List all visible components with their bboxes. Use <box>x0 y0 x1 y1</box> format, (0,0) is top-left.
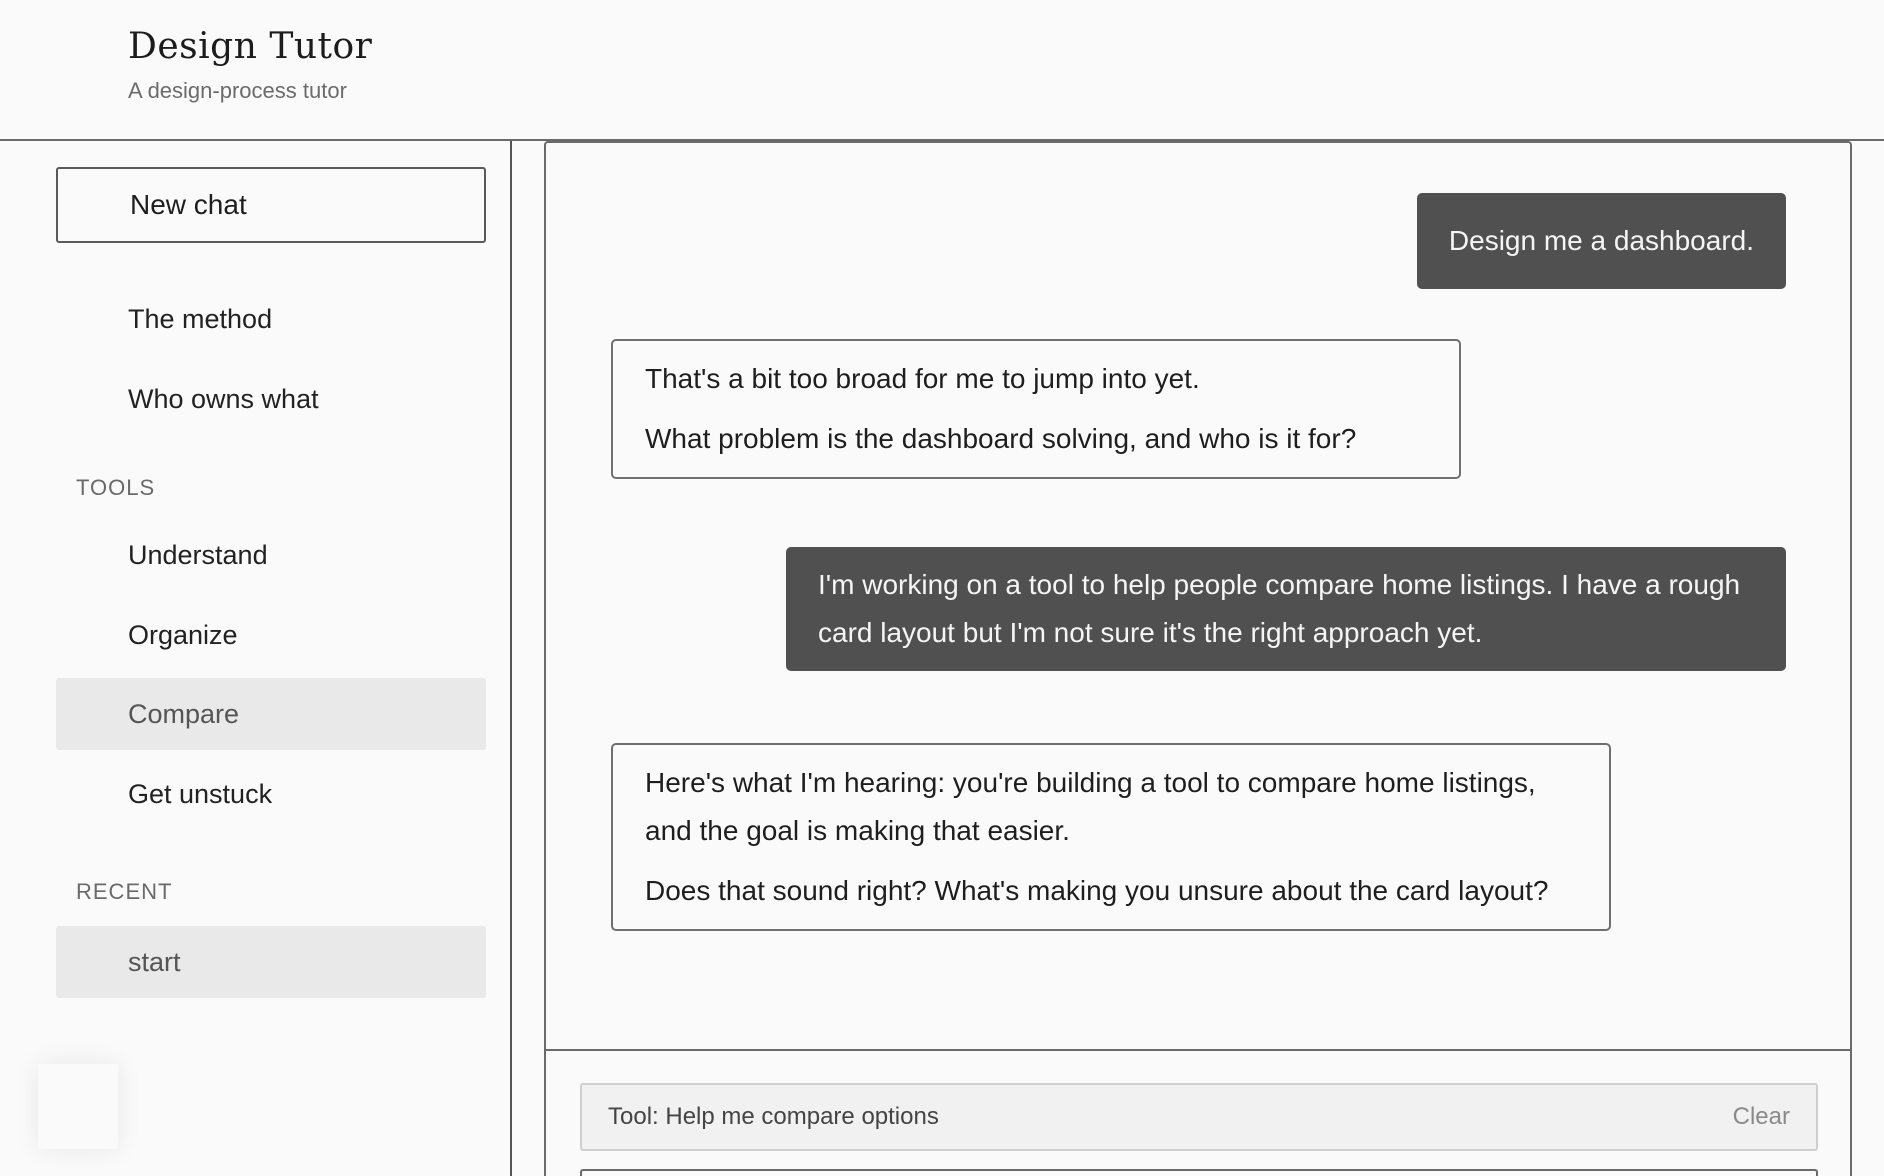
message-text: I'm working on a tool to help people com… <box>818 569 1741 648</box>
message-text: Does that sound right? What's making you… <box>645 875 1549 906</box>
message-text: Here's what I'm hearing: you're building… <box>645 767 1536 846</box>
selected-tool-label: Tool: Help me compare options <box>608 1103 939 1130</box>
floating-panel <box>38 1064 118 1149</box>
message-text: Design me a dashboard. <box>1448 225 1754 256</box>
sidebar-item-compare[interactable]: Compare <box>56 678 486 750</box>
assistant-message: Here's what I'm hearing: you're building… <box>611 743 1611 931</box>
sidebar-item-get-unstuck[interactable]: Get unstuck <box>56 758 486 830</box>
message-text: What problem is the dashboard solving, a… <box>645 423 1357 454</box>
app-subtitle: A design-process tutor <box>128 78 347 103</box>
composer-divider <box>546 1049 1850 1051</box>
selected-tool-bar: Tool: Help me compare options Clear <box>580 1083 1818 1151</box>
new-chat-button[interactable]: New chat <box>56 167 486 243</box>
recent-section-label: RECENT <box>76 879 173 904</box>
clear-tool-button[interactable]: Clear <box>1733 1103 1790 1131</box>
recent-item-start[interactable]: start <box>56 926 486 998</box>
user-message: Design me a dashboard. <box>1416 193 1786 289</box>
sidebar-item-who-owns-what[interactable]: Who owns what <box>56 363 486 435</box>
chat-panel: Design me a dashboard. That's a bit too … <box>544 141 1852 1176</box>
sidebar: New chat The method Who owns what TOOLS … <box>0 141 512 1176</box>
sidebar-item-understand[interactable]: Understand <box>56 519 486 591</box>
message-input[interactable] <box>580 1169 1818 1176</box>
sidebar-item-organize[interactable]: Organize <box>56 599 486 671</box>
assistant-message: That's a bit too broad for me to jump in… <box>611 339 1461 479</box>
sidebar-item-the-method[interactable]: The method <box>56 283 486 355</box>
user-message: I'm working on a tool to help people com… <box>786 547 1786 671</box>
tools-section-label: TOOLS <box>76 475 156 500</box>
app-header: Design Tutor A design-process tutor <box>0 0 1884 141</box>
message-text: That's a bit too broad for me to jump in… <box>645 363 1200 394</box>
app-title: Design Tutor <box>128 26 373 67</box>
